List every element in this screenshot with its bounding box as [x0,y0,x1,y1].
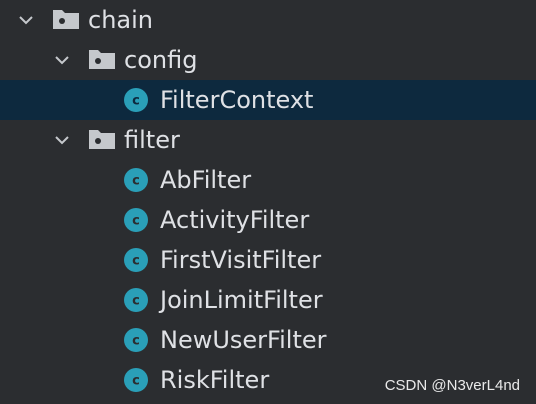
svg-text:c: c [132,294,140,309]
tree-node-join-limit-filter[interactable]: c JoinLimitFilter [0,280,536,320]
svg-text:c: c [132,94,140,109]
svg-text:c: c [132,214,140,229]
tree-node-activity-filter[interactable]: c ActivityFilter [0,200,536,240]
tree-node-label: filter [124,126,180,154]
folder-icon [88,128,116,150]
chevron-down-icon[interactable] [52,130,72,150]
folder-icon [88,48,116,70]
svg-text:c: c [132,374,140,389]
class-icon: c [123,367,149,393]
watermark: CSDN @N3verL4nd [384,377,520,394]
class-icon: c [123,87,149,113]
tree-node-label: config [124,46,198,74]
tree-node-label: JoinLimitFilter [160,286,323,314]
tree-node-config[interactable]: config [0,40,536,80]
class-icon: c [123,167,149,193]
tree-node-first-visit-filter[interactable]: c FirstVisitFilter [0,240,536,280]
svg-text:c: c [132,334,140,349]
tree-node-filter[interactable]: filter [0,120,536,160]
class-icon: c [123,247,149,273]
folder-icon [52,8,80,30]
tree-node-label: ActivityFilter [160,206,310,234]
project-tree: chain config c FilterContext filter c Ab… [0,0,536,404]
tree-node-chain[interactable]: chain [0,0,536,40]
class-icon: c [123,327,149,353]
svg-text:c: c [132,174,140,189]
tree-node-new-user-filter[interactable]: c NewUserFilter [0,320,536,360]
tree-node-filter-context[interactable]: c FilterContext [0,80,536,120]
tree-node-ab-filter[interactable]: c AbFilter [0,160,536,200]
chevron-down-icon[interactable] [16,10,36,30]
svg-text:c: c [132,254,140,269]
tree-node-label: RiskFilter [160,366,270,394]
tree-node-label: FirstVisitFilter [160,246,322,274]
chevron-down-icon[interactable] [52,50,72,70]
tree-node-label: AbFilter [160,166,252,194]
class-icon: c [123,287,149,313]
tree-node-label: FilterContext [160,86,314,114]
class-icon: c [123,207,149,233]
tree-node-label: chain [88,6,153,34]
tree-node-label: NewUserFilter [160,326,327,354]
